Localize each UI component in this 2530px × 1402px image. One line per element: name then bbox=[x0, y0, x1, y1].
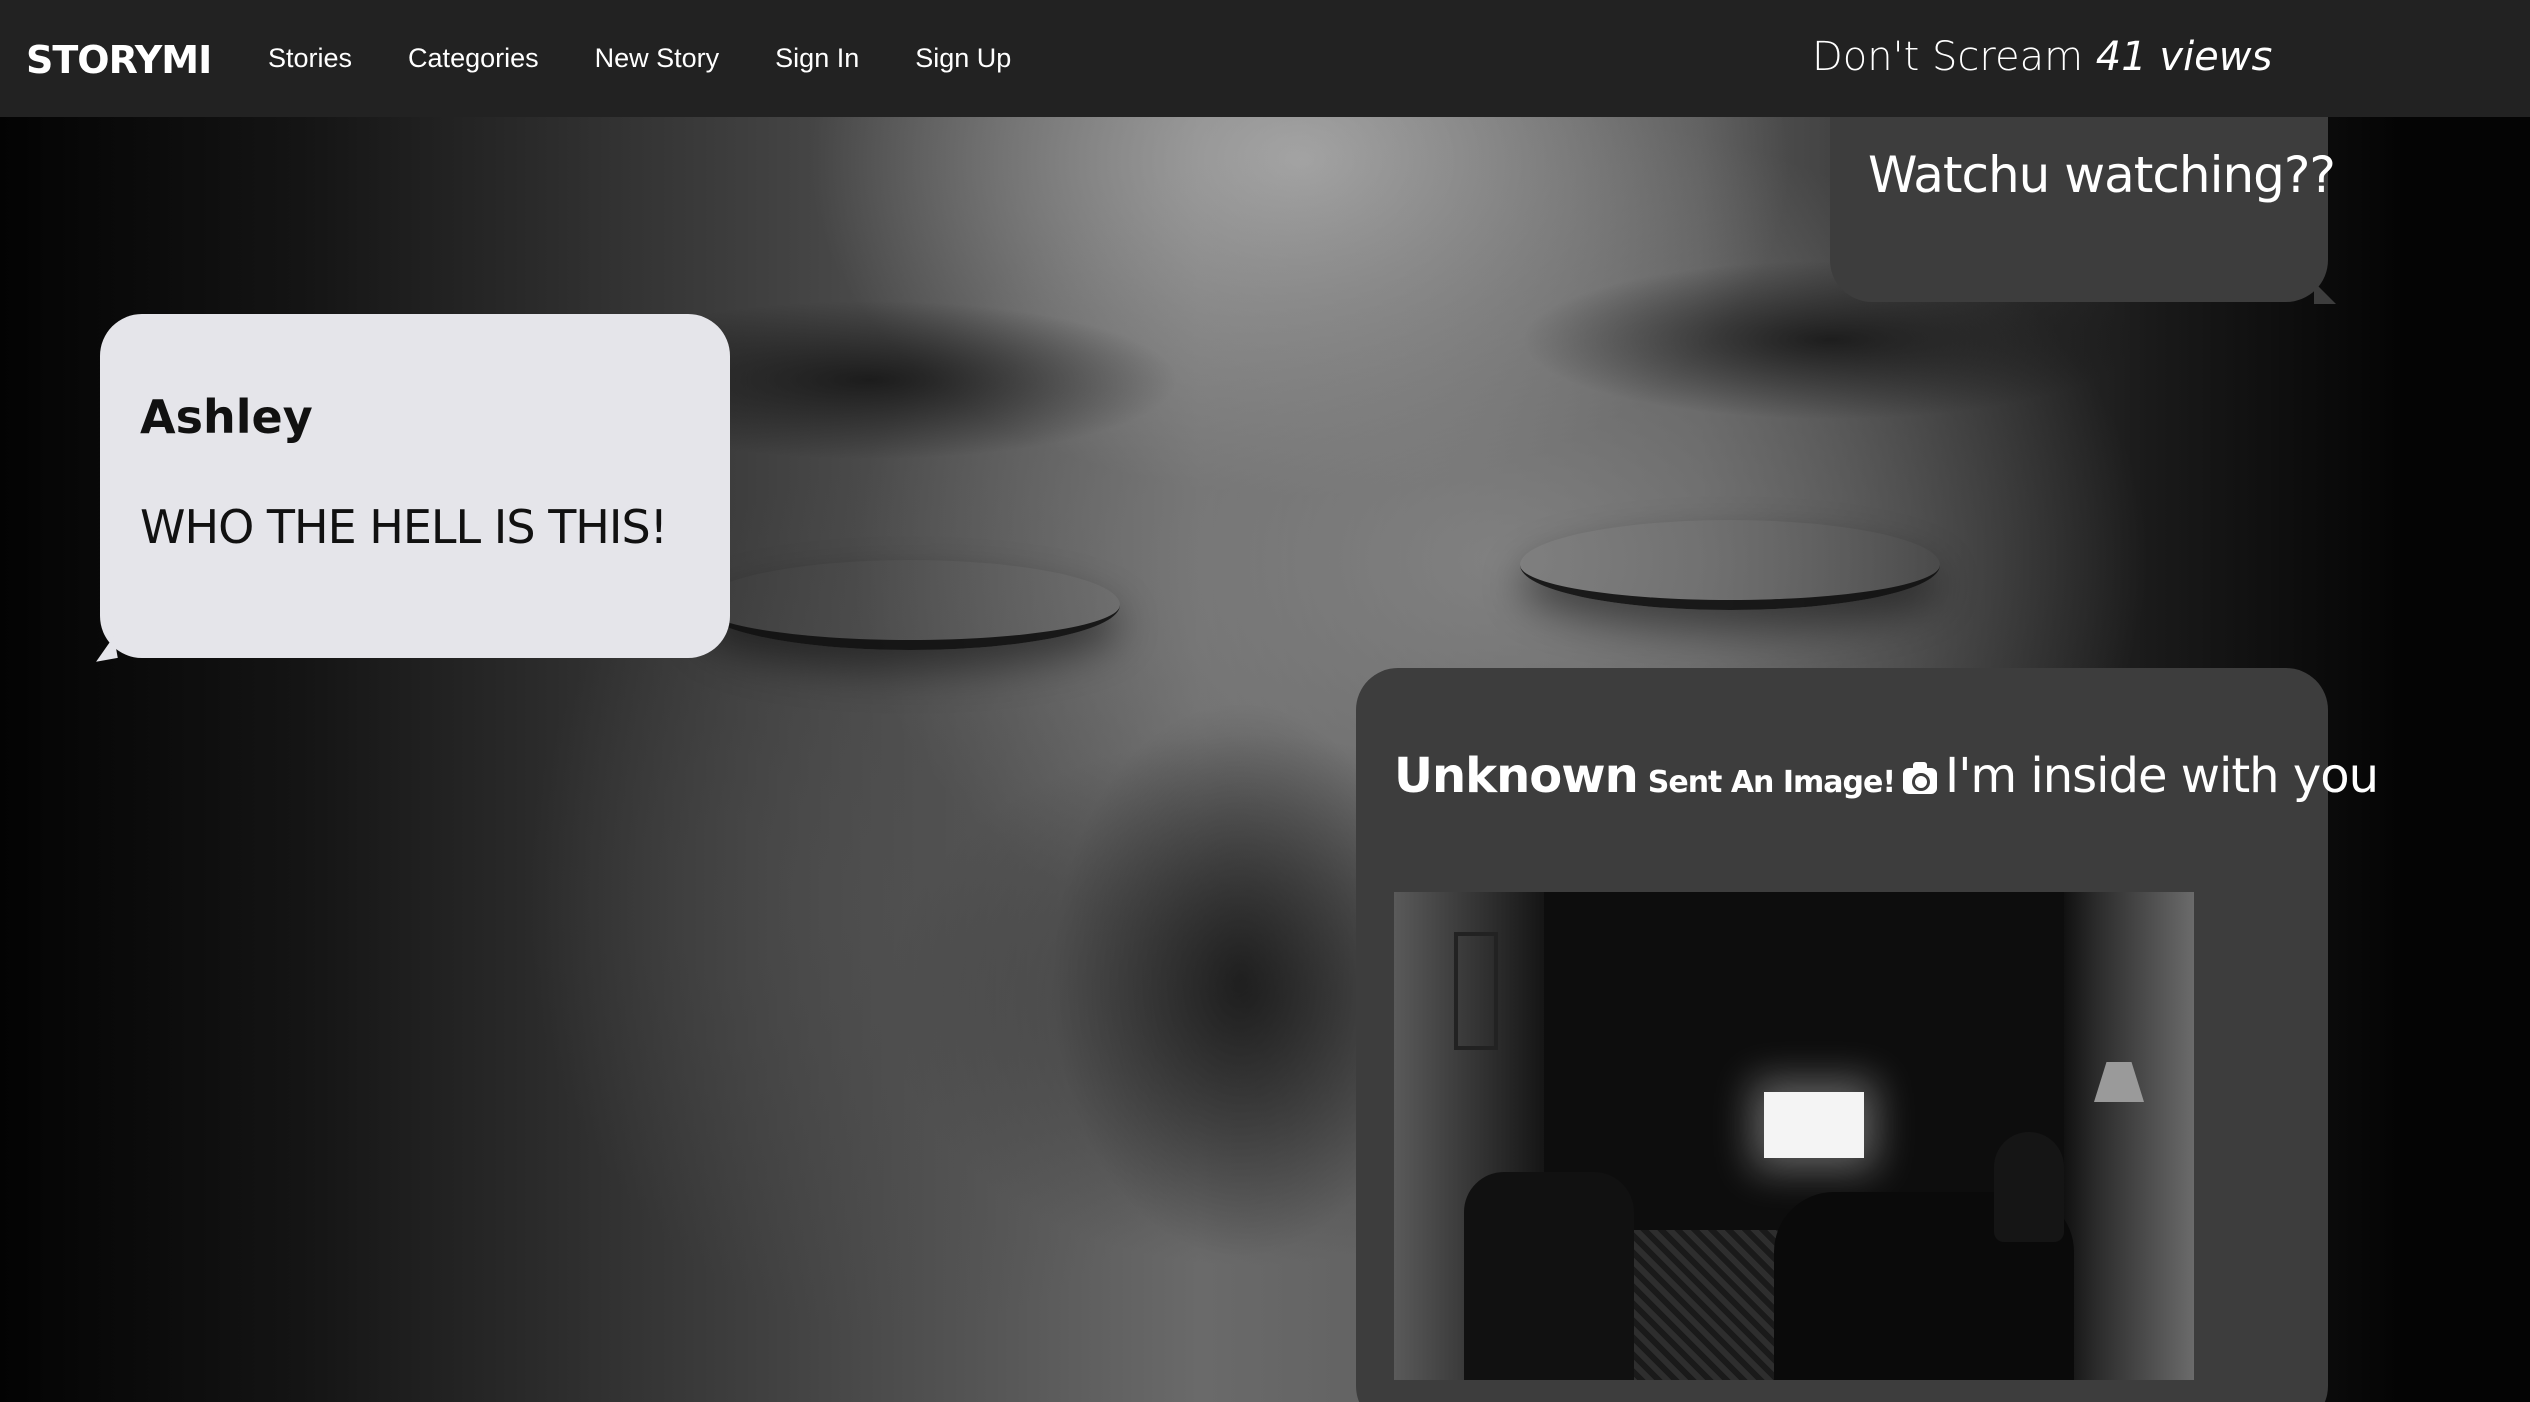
sent-image[interactable] bbox=[1394, 892, 2194, 1380]
right-closed-eye bbox=[1520, 520, 1940, 610]
room-wall-right bbox=[2064, 892, 2194, 1380]
camera-icon bbox=[1903, 762, 1938, 794]
message-text: I'm inside with you bbox=[1945, 748, 2379, 804]
message-sender: Unknown bbox=[1394, 748, 1639, 804]
message-sender: Ashley bbox=[140, 390, 313, 444]
story-view-count: 41 views bbox=[2095, 34, 2273, 80]
nav-link-sign-in[interactable]: Sign In bbox=[775, 43, 859, 74]
message-bubble-incoming: Ashley WHO THE HELL IS THIS! bbox=[92, 314, 730, 662]
story-title-text: Don't Scream bbox=[1812, 34, 2084, 80]
story-page: STORYMI Stories Categories New Story Sig… bbox=[0, 0, 2530, 1402]
room-tv-glow bbox=[1764, 1092, 1864, 1158]
nav-link-categories[interactable]: Categories bbox=[408, 43, 539, 74]
story-title: Don't Scream 41 views bbox=[1812, 34, 2272, 80]
bubble-tail bbox=[2314, 282, 2336, 304]
left-closed-eye bbox=[700, 560, 1120, 650]
nav-links: Stories Categories New Story Sign In Sig… bbox=[240, 0, 1039, 117]
room-picture-frame bbox=[1454, 932, 1498, 1050]
nav-link-new-story[interactable]: New Story bbox=[595, 43, 720, 74]
room-figure bbox=[1994, 1132, 2064, 1242]
message-bubble-outgoing: Watchu watching?? bbox=[1830, 96, 2336, 304]
message-text: Watchu watching?? bbox=[1868, 146, 2336, 204]
message-text: WHO THE HELL IS THIS! bbox=[140, 500, 668, 554]
nav-link-sign-up[interactable]: Sign Up bbox=[915, 43, 1011, 74]
brand-logo[interactable]: STORYMI bbox=[26, 38, 212, 82]
room-chair-left bbox=[1464, 1172, 1634, 1380]
sent-image-note: Sent An Image! bbox=[1647, 765, 1896, 800]
top-navbar: STORYMI Stories Categories New Story Sig… bbox=[0, 0, 2530, 117]
bubble-tail bbox=[92, 636, 118, 662]
message-header: Unknown Sent An Image! I'm inside with y… bbox=[1394, 748, 2379, 804]
nav-link-stories[interactable]: Stories bbox=[268, 43, 352, 74]
message-bubble-image: Unknown Sent An Image! I'm inside with y… bbox=[1356, 668, 2379, 1402]
